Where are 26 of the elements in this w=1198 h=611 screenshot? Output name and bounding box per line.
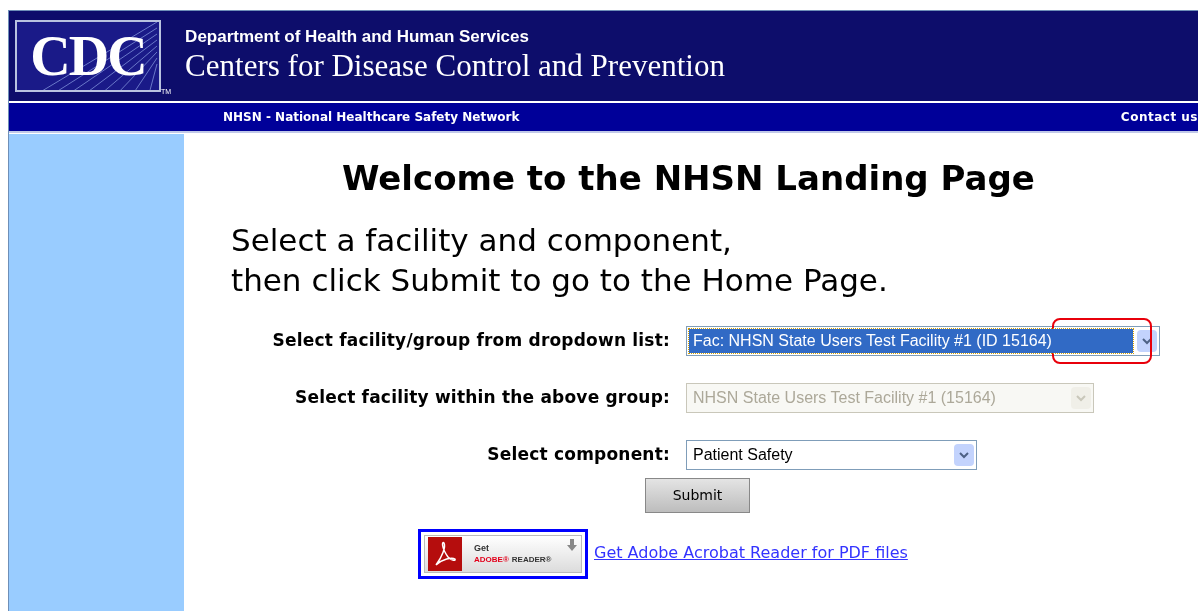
badge-product-text: READER® (511, 556, 552, 564)
dropdown[interactable]: Fac: NHSN State Users Test Facility #1 (ID 15164) (686, 326, 1160, 356)
field-label: Select facility/group from dropdown list: (271, 329, 671, 353)
dropdown-value: Fac: NHSN State Users Test Facility #1 (ID 15164) (689, 329, 1133, 353)
page-title: Welcome to the NHSN Landing Page (342, 157, 1036, 200)
agency-name: Centers for Disease Control and Prevention (185, 47, 725, 86)
download-arrow-icon (567, 539, 577, 551)
caret-icon (954, 444, 974, 466)
cdc-logo: CDC (15, 20, 161, 92)
field-label: Select facility within the above group: (293, 386, 671, 410)
field-label: Select component: (486, 443, 671, 467)
department-name: Department of Health and Human Services (185, 26, 530, 48)
network-title: NHSN - National Healthcare Safety Network (223, 109, 520, 126)
caret-icon (1137, 330, 1157, 352)
badge-brand-text: ADOBE® (474, 556, 509, 564)
adobe-reader-link[interactable]: Get Adobe Acrobat Reader for PDF files (594, 541, 908, 565)
badge-get-text: Get (474, 544, 490, 553)
pdf-icon (428, 537, 462, 571)
adobe-reader-badge[interactable]: Get ADOBE® READER® (418, 529, 588, 579)
dropdown-value: NHSN State Users Test Facility #1 (15164) (692, 388, 997, 408)
dropdown-value: Patient Safety (692, 445, 794, 465)
submit-button[interactable]: Submit (645, 478, 750, 513)
instructions-text: Select a facility and component, then click Submit to go to the Home Page. (231, 221, 889, 300)
caret-icon (1071, 387, 1091, 409)
contact-link[interactable]: Contact us (1120, 108, 1198, 126)
dropdown[interactable]: Patient Safety (686, 440, 977, 470)
